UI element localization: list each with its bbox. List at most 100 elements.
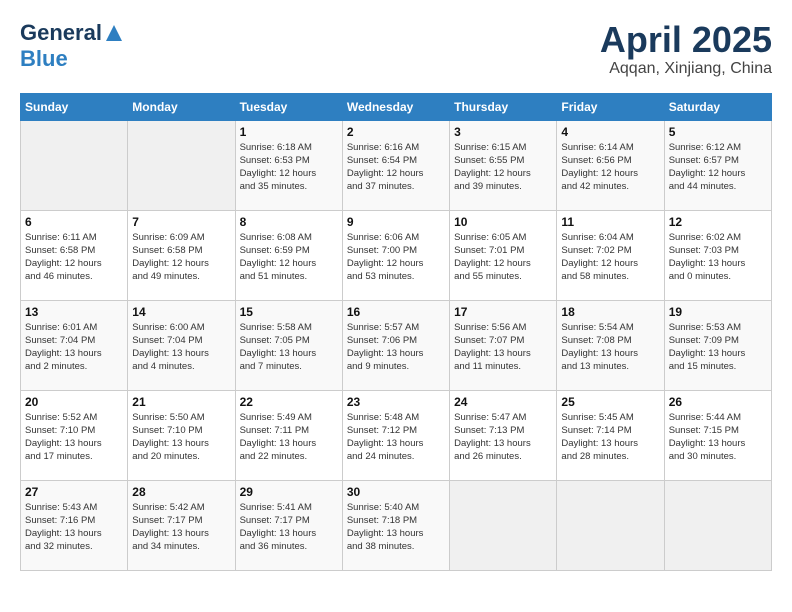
day-info: Sunrise: 6:14 AM Sunset: 6:56 PM Dayligh… <box>561 141 659 194</box>
day-number: 6 <box>25 215 123 229</box>
weekday-header-wednesday: Wednesday <box>342 93 449 120</box>
logo-blue-text: Blue <box>20 46 68 72</box>
day-info: Sunrise: 5:45 AM Sunset: 7:14 PM Dayligh… <box>561 411 659 464</box>
day-info: Sunrise: 6:08 AM Sunset: 6:59 PM Dayligh… <box>240 231 338 284</box>
calendar-cell: 29Sunrise: 5:41 AM Sunset: 7:17 PM Dayli… <box>235 480 342 570</box>
calendar-cell: 8 Sunrise: 6:08 AM Sunset: 6:59 PM Daylig… <box>235 210 342 300</box>
week-row-4: 20Sunrise: 5:52 AM Sunset: 7:10 PM Dayli… <box>21 390 772 480</box>
day-number: 11 <box>561 215 659 229</box>
day-number: 20 <box>25 395 123 409</box>
month-year-title: April 2025 <box>600 20 772 60</box>
day-number: 7 <box>132 215 230 229</box>
day-number: 18 <box>561 305 659 319</box>
day-info: Sunrise: 6:12 AM Sunset: 6:57 PM Dayligh… <box>669 141 767 194</box>
day-info: Sunrise: 6:06 AM Sunset: 7:00 PM Dayligh… <box>347 231 445 284</box>
day-info: Sunrise: 5:53 AM Sunset: 7:09 PM Dayligh… <box>669 321 767 374</box>
day-info: Sunrise: 6:05 AM Sunset: 7:01 PM Dayligh… <box>454 231 552 284</box>
day-info: Sunrise: 6:00 AM Sunset: 7:04 PM Dayligh… <box>132 321 230 374</box>
calendar-cell: 11 Sunrise: 6:04 AM Sunset: 7:02 PM Dayli… <box>557 210 664 300</box>
calendar-cell: 19 Sunrise: 5:53 AM Sunset: 7:09 PM Dayli… <box>664 300 771 390</box>
day-info: Sunrise: 5:48 AM Sunset: 7:12 PM Dayligh… <box>347 411 445 464</box>
day-info: Sunrise: 5:41 AM Sunset: 7:17 PM Dayligh… <box>240 501 338 554</box>
title-block: April 2025 Aqqan, Xinjiang, China <box>600 20 772 78</box>
day-info: Sunrise: 6:09 AM Sunset: 6:58 PM Dayligh… <box>132 231 230 284</box>
day-number: 13 <box>25 305 123 319</box>
day-number: 1 <box>240 125 338 139</box>
day-info: Sunrise: 6:15 AM Sunset: 6:55 PM Dayligh… <box>454 141 552 194</box>
day-number: 21 <box>132 395 230 409</box>
day-info: Sunrise: 5:49 AM Sunset: 7:11 PM Dayligh… <box>240 411 338 464</box>
day-number: 5 <box>669 125 767 139</box>
day-info: Sunrise: 5:58 AM Sunset: 7:05 PM Dayligh… <box>240 321 338 374</box>
calendar-cell: 18 Sunrise: 5:54 AM Sunset: 7:08 PM Dayli… <box>557 300 664 390</box>
week-row-1: 1Sunrise: 6:18 AM Sunset: 6:53 PM Daylig… <box>21 120 772 210</box>
day-number: 27 <box>25 485 123 499</box>
page-header: General Blue April 2025 Aqqan, Xinjiang,… <box>20 20 772 78</box>
calendar-cell: 28 Sunrise: 5:42 AM Sunset: 7:17 PM Dayli… <box>128 480 235 570</box>
weekday-header-thursday: Thursday <box>450 93 557 120</box>
calendar-cell: 24Sunrise: 5:47 AM Sunset: 7:13 PM Dayli… <box>450 390 557 480</box>
calendar-cell: 2Sunrise: 6:16 AM Sunset: 6:54 PM Daylig… <box>342 120 449 210</box>
logo-general-text: General <box>20 20 102 46</box>
week-row-5: 27 Sunrise: 5:43 AM Sunset: 7:16 PM Dayli… <box>21 480 772 570</box>
location-subtitle: Aqqan, Xinjiang, China <box>600 60 772 78</box>
day-number: 26 <box>669 395 767 409</box>
calendar-cell: 6Sunrise: 6:11 AM Sunset: 6:58 PM Daylig… <box>21 210 128 300</box>
calendar-cell <box>450 480 557 570</box>
calendar-table: SundayMondayTuesdayWednesdayThursdayFrid… <box>20 93 772 571</box>
day-info: Sunrise: 5:44 AM Sunset: 7:15 PM Dayligh… <box>669 411 767 464</box>
day-number: 16 <box>347 305 445 319</box>
day-number: 19 <box>669 305 767 319</box>
day-info: Sunrise: 5:42 AM Sunset: 7:17 PM Dayligh… <box>132 501 230 554</box>
calendar-cell: 22 Sunrise: 5:49 AM Sunset: 7:11 PM Dayli… <box>235 390 342 480</box>
calendar-cell: 15 Sunrise: 5:58 AM Sunset: 7:05 PM Dayli… <box>235 300 342 390</box>
day-number: 23 <box>347 395 445 409</box>
day-info: Sunrise: 5:40 AM Sunset: 7:18 PM Dayligh… <box>347 501 445 554</box>
week-row-2: 6Sunrise: 6:11 AM Sunset: 6:58 PM Daylig… <box>21 210 772 300</box>
weekday-header-saturday: Saturday <box>664 93 771 120</box>
day-number: 30 <box>347 485 445 499</box>
day-number: 4 <box>561 125 659 139</box>
day-number: 8 <box>240 215 338 229</box>
calendar-cell: 20Sunrise: 5:52 AM Sunset: 7:10 PM Dayli… <box>21 390 128 480</box>
calendar-cell <box>557 480 664 570</box>
calendar-cell: 16Sunrise: 5:57 AM Sunset: 7:06 PM Dayli… <box>342 300 449 390</box>
calendar-cell: 17 Sunrise: 5:56 AM Sunset: 7:07 PM Dayli… <box>450 300 557 390</box>
day-number: 17 <box>454 305 552 319</box>
day-number: 15 <box>240 305 338 319</box>
week-row-3: 13Sunrise: 6:01 AM Sunset: 7:04 PM Dayli… <box>21 300 772 390</box>
day-number: 22 <box>240 395 338 409</box>
calendar-cell: 26 Sunrise: 5:44 AM Sunset: 7:15 PM Dayli… <box>664 390 771 480</box>
day-info: Sunrise: 6:04 AM Sunset: 7:02 PM Dayligh… <box>561 231 659 284</box>
day-number: 28 <box>132 485 230 499</box>
day-info: Sunrise: 5:54 AM Sunset: 7:08 PM Dayligh… <box>561 321 659 374</box>
calendar-cell: 14 Sunrise: 6:00 AM Sunset: 7:04 PM Dayli… <box>128 300 235 390</box>
calendar-cell: 10 Sunrise: 6:05 AM Sunset: 7:01 PM Dayli… <box>450 210 557 300</box>
logo: General Blue <box>20 20 124 72</box>
day-info: Sunrise: 6:16 AM Sunset: 6:54 PM Dayligh… <box>347 141 445 194</box>
day-info: Sunrise: 5:56 AM Sunset: 7:07 PM Dayligh… <box>454 321 552 374</box>
weekday-header-sunday: Sunday <box>21 93 128 120</box>
calendar-cell: 21 Sunrise: 5:50 AM Sunset: 7:10 PM Dayli… <box>128 390 235 480</box>
day-info: Sunrise: 5:43 AM Sunset: 7:16 PM Dayligh… <box>25 501 123 554</box>
day-number: 10 <box>454 215 552 229</box>
weekday-header-friday: Friday <box>557 93 664 120</box>
calendar-cell <box>128 120 235 210</box>
day-number: 12 <box>669 215 767 229</box>
day-number: 25 <box>561 395 659 409</box>
calendar-cell: 12 Sunrise: 6:02 AM Sunset: 7:03 PM Dayli… <box>664 210 771 300</box>
day-info: Sunrise: 6:02 AM Sunset: 7:03 PM Dayligh… <box>669 231 767 284</box>
page-container: General Blue April 2025 Aqqan, Xinjiang,… <box>0 0 792 581</box>
weekday-header-monday: Monday <box>128 93 235 120</box>
calendar-cell: 23 Sunrise: 5:48 AM Sunset: 7:12 PM Dayli… <box>342 390 449 480</box>
day-number: 14 <box>132 305 230 319</box>
day-info: Sunrise: 5:47 AM Sunset: 7:13 PM Dayligh… <box>454 411 552 464</box>
calendar-cell: 7 Sunrise: 6:09 AM Sunset: 6:58 PM Daylig… <box>128 210 235 300</box>
calendar-cell: 4 Sunrise: 6:14 AM Sunset: 6:56 PM Daylig… <box>557 120 664 210</box>
day-info: Sunrise: 5:50 AM Sunset: 7:10 PM Dayligh… <box>132 411 230 464</box>
calendar-cell: 30 Sunrise: 5:40 AM Sunset: 7:18 PM Dayli… <box>342 480 449 570</box>
logo-icon <box>104 23 124 43</box>
calendar-cell <box>664 480 771 570</box>
day-number: 9 <box>347 215 445 229</box>
calendar-cell: 13Sunrise: 6:01 AM Sunset: 7:04 PM Dayli… <box>21 300 128 390</box>
